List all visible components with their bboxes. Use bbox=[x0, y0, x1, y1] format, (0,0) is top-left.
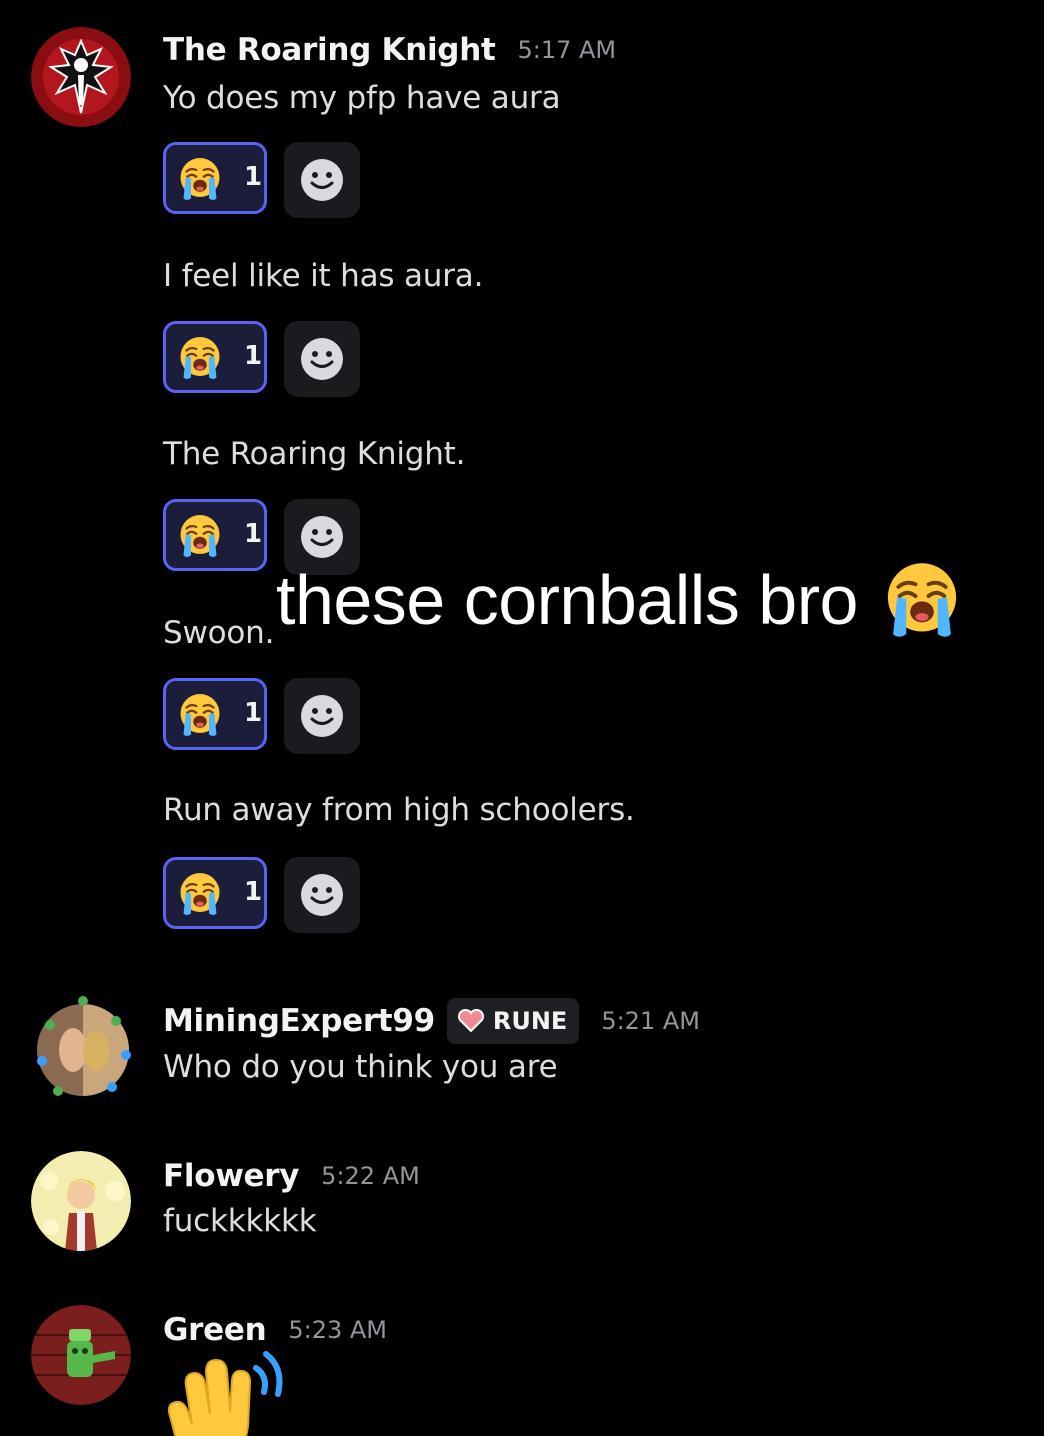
reaction-pill[interactable]: 1 bbox=[163, 142, 267, 214]
avatar-roaring-knight[interactable] bbox=[31, 27, 131, 127]
timestamp: 5:17 AM bbox=[517, 36, 617, 64]
reaction-pill[interactable]: 1 bbox=[163, 678, 267, 750]
timestamp: 5:23 AM bbox=[288, 1316, 388, 1344]
reaction-pill[interactable]: 1 bbox=[163, 499, 267, 571]
message-text: I feel like it has aura. bbox=[163, 258, 484, 294]
rune-badge[interactable]: RUNE bbox=[446, 998, 580, 1044]
reaction-pill[interactable]: 1 bbox=[163, 321, 267, 393]
flowery-avatar-icon bbox=[31, 1151, 131, 1251]
green-avatar-icon bbox=[31, 1305, 131, 1405]
loudly-crying-face-icon bbox=[176, 691, 224, 739]
add-reaction-button[interactable] bbox=[284, 321, 360, 397]
waving-hand-icon bbox=[167, 1351, 283, 1436]
avatar-green[interactable] bbox=[31, 1305, 131, 1405]
author-name[interactable]: Flowery bbox=[163, 1158, 299, 1194]
loudly-crying-face-icon bbox=[176, 512, 224, 560]
message-text: Yo does my pfp have aura bbox=[163, 80, 561, 116]
loudly-crying-face-icon bbox=[880, 558, 964, 642]
author-name[interactable]: Green bbox=[163, 1312, 267, 1348]
message-text: The Roaring Knight. bbox=[163, 436, 466, 472]
reaction-pill[interactable]: 1 bbox=[163, 857, 267, 929]
smile-icon bbox=[300, 694, 344, 738]
message-header: MiningExpert99 RUNE 5:21 AM bbox=[163, 998, 700, 1044]
smile-icon bbox=[300, 515, 344, 559]
avatar-miningexpert99[interactable] bbox=[28, 995, 138, 1105]
message-text: Run away from high schoolers. bbox=[163, 792, 635, 828]
avatar-flowery[interactable] bbox=[31, 1151, 131, 1251]
miningexpert-avatar-icon bbox=[37, 996, 131, 1096]
message-text: Swoon. bbox=[163, 615, 275, 651]
overlay-caption: these cornballs bro bbox=[276, 558, 964, 642]
author-name[interactable]: The Roaring Knight bbox=[163, 32, 496, 68]
reaction-count: 1 bbox=[244, 877, 263, 907]
timestamp: 5:21 AM bbox=[601, 1007, 700, 1035]
smile-icon bbox=[300, 337, 344, 381]
author-name[interactable]: MiningExpert99 bbox=[163, 1003, 435, 1039]
loudly-crying-face-icon bbox=[176, 155, 224, 203]
reaction-count: 1 bbox=[244, 341, 263, 371]
reaction-count: 1 bbox=[244, 519, 263, 549]
badge-label: RUNE bbox=[492, 1007, 568, 1035]
loudly-crying-face-icon bbox=[176, 334, 224, 382]
timestamp: 5:22 AM bbox=[321, 1162, 420, 1190]
message-text: fuckkkkkk bbox=[163, 1203, 317, 1239]
reaction-count: 1 bbox=[244, 162, 263, 192]
message-header: Flowery 5:22 AM bbox=[163, 1156, 420, 1196]
chat-screen: The Roaring Knight 5:17 AM Yo does my pf… bbox=[0, 0, 1044, 1436]
smile-icon bbox=[300, 873, 344, 917]
overlay-text: these cornballs bro bbox=[276, 561, 858, 639]
heart-icon bbox=[457, 1009, 484, 1033]
knight-avatar-icon bbox=[31, 27, 131, 127]
smile-icon bbox=[300, 158, 344, 202]
add-reaction-button[interactable] bbox=[284, 857, 360, 933]
reaction-count: 1 bbox=[244, 698, 263, 728]
message-header: Green 5:23 AM bbox=[163, 1310, 387, 1350]
add-reaction-button[interactable] bbox=[284, 142, 360, 218]
add-reaction-button[interactable] bbox=[284, 678, 360, 754]
message-text: Who do you think you are bbox=[163, 1049, 558, 1085]
loudly-crying-face-icon bbox=[176, 870, 224, 918]
message-header: The Roaring Knight 5:17 AM bbox=[163, 30, 616, 70]
